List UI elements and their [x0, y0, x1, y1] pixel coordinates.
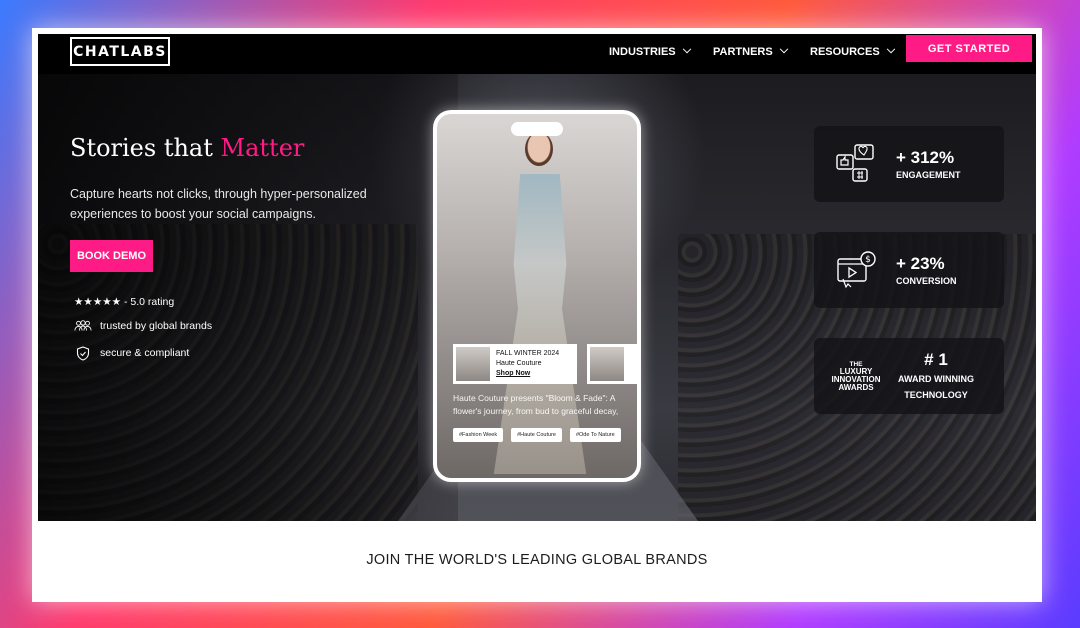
hero-headline: Stories that Matter: [70, 134, 304, 162]
book-demo-button[interactable]: BOOK DEMO: [70, 240, 153, 272]
nav-industries[interactable]: INDUSTRIES: [609, 44, 691, 58]
nav-partners-label: PARTNERS: [713, 46, 773, 58]
page-frame: CHATLABS INDUSTRIES PARTNERS RESOURCES G…: [32, 28, 1042, 602]
stat-engagement-value: + 312%: [896, 148, 955, 167]
get-started-button[interactable]: GET STARTED: [906, 35, 1032, 62]
stat-conversion-label: CONVERSION: [896, 276, 957, 286]
award-badge-line3: AWARDS: [838, 382, 874, 392]
runway-model-head: [525, 132, 553, 166]
product-thumbnail: [590, 347, 624, 381]
headline-accent: Matter: [220, 134, 305, 162]
stat-conversion: $ + 23% CONVERSION: [814, 232, 1004, 308]
product-collection: FALL WINTER 2024: [496, 350, 560, 357]
product-card[interactable]: FALL WINTER 2024 Haute Couture Shop Now: [453, 344, 577, 384]
nav-industries-label: INDUSTRIES: [609, 46, 676, 58]
chevron-down-icon: [682, 44, 691, 54]
product-thumbnail: [456, 347, 490, 381]
hashtag-chip[interactable]: #Haute Couture: [511, 428, 562, 442]
shield-icon: [74, 345, 92, 361]
hero-subtitle: Capture hearts not clicks, through hyper…: [70, 187, 367, 221]
rating-text: ★★★★★ - 5.0 rating: [74, 296, 175, 308]
shop-now-link[interactable]: Shop Now: [496, 369, 559, 379]
svg-text:$: $: [865, 255, 871, 265]
hashtag-list: #Fashion Week #Haute Couture #Ode To Nat…: [453, 428, 621, 442]
stat-engagement-label: ENGAGEMENT: [896, 170, 961, 180]
hero-section: CHATLABS INDUSTRIES PARTNERS RESOURCES G…: [38, 34, 1036, 521]
phone-notch: [511, 122, 563, 136]
stat-engagement-text: + 312% ENGAGEMENT: [896, 148, 961, 180]
product-info: FALL WINTER 2024 Haute Couture Shop Now: [496, 349, 559, 379]
nav-resources[interactable]: RESOURCES: [810, 44, 895, 58]
social-engagement-icon: [834, 142, 878, 186]
trust-brands-label: trusted by global brands: [100, 320, 213, 332]
stat-engagement: + 312% ENGAGEMENT: [814, 126, 1004, 202]
luxury-innovation-awards-logo: THE LUXURY INNOVATION AWARDS: [828, 361, 884, 392]
trust-secure-label: secure & compliant: [100, 347, 190, 359]
product-card-next[interactable]: [587, 344, 637, 384]
stat-conversion-value: + 23%: [896, 254, 945, 273]
award-label-1: AWARD WINNING: [898, 374, 974, 384]
award-text: # 1 AWARD WINNING TECHNOLOGY: [898, 350, 974, 402]
trust-rating: ★★★★★ - 5.0 rating: [74, 296, 174, 308]
stat-conversion-text: + 23% CONVERSION: [896, 254, 957, 286]
award-label-2: TECHNOLOGY: [904, 390, 968, 400]
top-navbar: CHATLABS INDUSTRIES PARTNERS RESOURCES G…: [38, 34, 1036, 74]
product-category: Haute Couture: [496, 360, 542, 367]
trust-secure: secure & compliant: [74, 345, 190, 361]
nav-resources-label: RESOURCES: [810, 46, 880, 58]
brand-logo[interactable]: CHATLABS: [70, 37, 170, 66]
brands-section-title: JOIN THE WORLD'S LEADING GLOBAL BRANDS: [366, 552, 708, 568]
award-rank: # 1: [924, 350, 948, 369]
phone-mockup: FALL WINTER 2024 Haute Couture Shop Now …: [433, 110, 641, 482]
people-icon: [74, 319, 92, 333]
headline-text: Stories that: [70, 134, 221, 162]
hashtag-chip[interactable]: #Fashion Week: [453, 428, 504, 442]
video-dollar-icon: $: [834, 248, 878, 292]
chevron-down-icon: [779, 44, 788, 54]
nav-partners[interactable]: PARTNERS: [713, 44, 788, 58]
post-caption: Haute Couture presents "Bloom & Fade": A…: [453, 393, 619, 416]
trust-brands: trusted by global brands: [74, 319, 212, 333]
hashtag-chip[interactable]: #Ode To Nature: [569, 428, 621, 442]
stat-award: THE LUXURY INNOVATION AWARDS # 1 AWARD W…: [814, 338, 1004, 414]
chevron-down-icon: [886, 44, 895, 54]
